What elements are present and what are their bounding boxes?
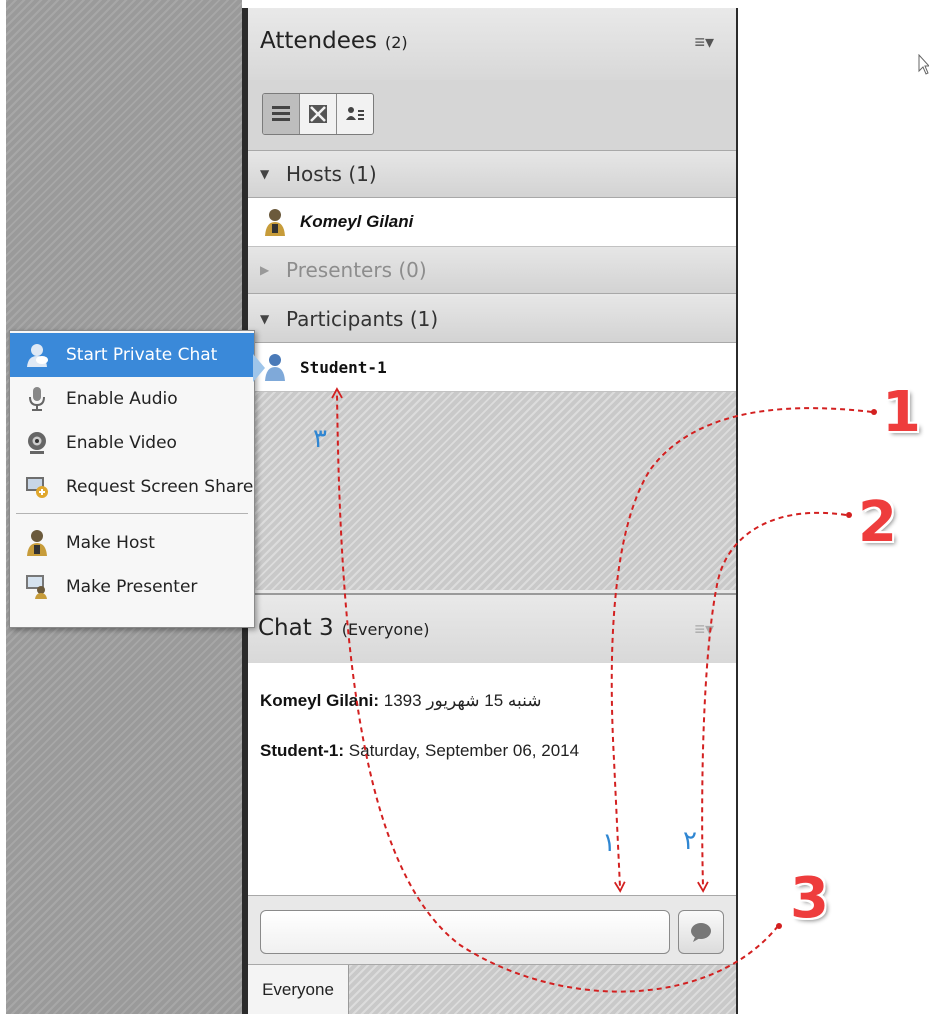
chat-title-label: Chat 3 bbox=[258, 615, 334, 641]
menu-item-label: Make Host bbox=[66, 533, 155, 553]
annotation-persian-number-3: ۳ bbox=[313, 424, 327, 454]
private-chat-icon bbox=[24, 341, 50, 369]
attendees-title-label: Attendees bbox=[260, 28, 377, 54]
host-user-icon bbox=[265, 209, 285, 236]
host-name: Komeyl Gilani bbox=[300, 212, 414, 231]
attendee-status-view-icon[interactable] bbox=[337, 94, 373, 134]
attendee-list-empty-area bbox=[248, 392, 736, 590]
speech-bubble-icon bbox=[691, 923, 711, 942]
chat-audience-label: (Everyone) bbox=[341, 620, 430, 639]
menu-item-label: Request Screen Share bbox=[66, 477, 254, 497]
presenters-section-header[interactable]: ▶ Presenters (0) bbox=[248, 247, 736, 294]
make-presenter-item[interactable]: Make Presenter bbox=[10, 565, 254, 609]
presenters-section-label: Presenters (0) bbox=[286, 258, 427, 282]
webcam-icon bbox=[24, 429, 50, 457]
menu-item-label: Enable Audio bbox=[66, 389, 178, 409]
annotation-number-3: 3 bbox=[790, 866, 829, 931]
screen-share-icon bbox=[24, 473, 50, 501]
attendee-grid-view-icon[interactable] bbox=[300, 94, 337, 134]
context-menu-pointer bbox=[253, 354, 265, 382]
participants-section-label: Participants (1) bbox=[286, 307, 439, 331]
annotation-persian-number-2: ۲ bbox=[683, 826, 697, 856]
mouse-cursor-icon bbox=[918, 54, 929, 75]
attendees-pod-menu-icon[interactable]: ≡▾ bbox=[694, 32, 714, 53]
participants-section-header[interactable]: ▼ Participants (1) bbox=[248, 296, 736, 343]
expand-caret-icon: ▼ bbox=[260, 167, 270, 181]
annotation-number-1: 1 bbox=[882, 380, 921, 445]
presenter-role-icon bbox=[24, 573, 50, 601]
participant-row[interactable]: Student-1 bbox=[248, 343, 736, 392]
collapsed-caret-icon: ▶ bbox=[260, 263, 270, 277]
attendees-pod-header: Attendees (2) ≡▾ bbox=[248, 8, 736, 81]
message-sender: Komeyl Gilani: bbox=[260, 691, 380, 710]
chat-message-input[interactable] bbox=[260, 910, 670, 954]
participant-user-icon bbox=[265, 354, 285, 381]
attendees-chat-panel: Attendees (2) ≡▾ ▼ Hosts (1) Komeyl Gilan… bbox=[242, 8, 738, 1014]
start-private-chat-item[interactable]: Start Private Chat bbox=[10, 333, 254, 377]
message-text: شنبه 15 شهریور 1393 bbox=[383, 691, 542, 710]
hosts-section-label: Hosts (1) bbox=[286, 162, 377, 186]
chat-pod-header: Chat 3 (Everyone) ≡▾ bbox=[248, 593, 736, 666]
menu-item-label: Start Private Chat bbox=[66, 345, 218, 365]
chat-tabs-bar: Everyone bbox=[248, 965, 736, 1014]
chat-pod-title: Chat 3 (Everyone) bbox=[258, 615, 429, 641]
chat-pod-menu-icon[interactable]: ≡▾ bbox=[694, 619, 714, 640]
enable-audio-item[interactable]: Enable Audio bbox=[10, 377, 254, 421]
attendee-list-view-icon[interactable] bbox=[263, 94, 300, 134]
attendees-view-toolbar bbox=[248, 80, 736, 151]
annotation-persian-number-1: ۱ bbox=[602, 828, 616, 858]
host-role-icon bbox=[24, 529, 50, 557]
hosts-section-header[interactable]: ▼ Hosts (1) bbox=[248, 151, 736, 198]
chat-messages-area: Komeyl Gilani: شنبه 15 شهریور 1393 Stude… bbox=[248, 663, 736, 896]
expand-caret-icon: ▼ bbox=[260, 312, 270, 326]
menu-divider bbox=[16, 513, 248, 514]
chat-message: Komeyl Gilani: شنبه 15 شهریور 1393 bbox=[260, 691, 542, 711]
message-text: Saturday, September 06, 2014 bbox=[348, 741, 580, 760]
chat-message: Student-1: Saturday, September 06, 2014 bbox=[260, 741, 579, 761]
send-message-button[interactable] bbox=[678, 910, 724, 954]
menu-item-label: Enable Video bbox=[66, 433, 177, 453]
participant-context-menu: Start Private Chat Enable Audio Enable V… bbox=[9, 330, 255, 628]
message-sender: Student-1: bbox=[260, 741, 345, 760]
make-host-item[interactable]: Make Host bbox=[10, 521, 254, 565]
request-screen-share-item[interactable]: Request Screen Share bbox=[10, 465, 254, 509]
tab-everyone[interactable]: Everyone bbox=[248, 965, 349, 1014]
attendees-pod-title: Attendees (2) bbox=[260, 28, 408, 54]
menu-item-label: Make Presenter bbox=[66, 577, 198, 597]
view-mode-group bbox=[262, 93, 374, 135]
host-row[interactable]: Komeyl Gilani bbox=[248, 198, 736, 247]
microphone-icon bbox=[24, 385, 50, 413]
attendees-count: (2) bbox=[384, 33, 408, 52]
chat-input-row bbox=[248, 896, 736, 965]
annotation-number-2: 2 bbox=[858, 490, 897, 555]
participant-name: Student-1 bbox=[300, 357, 387, 377]
enable-video-item[interactable]: Enable Video bbox=[10, 421, 254, 465]
